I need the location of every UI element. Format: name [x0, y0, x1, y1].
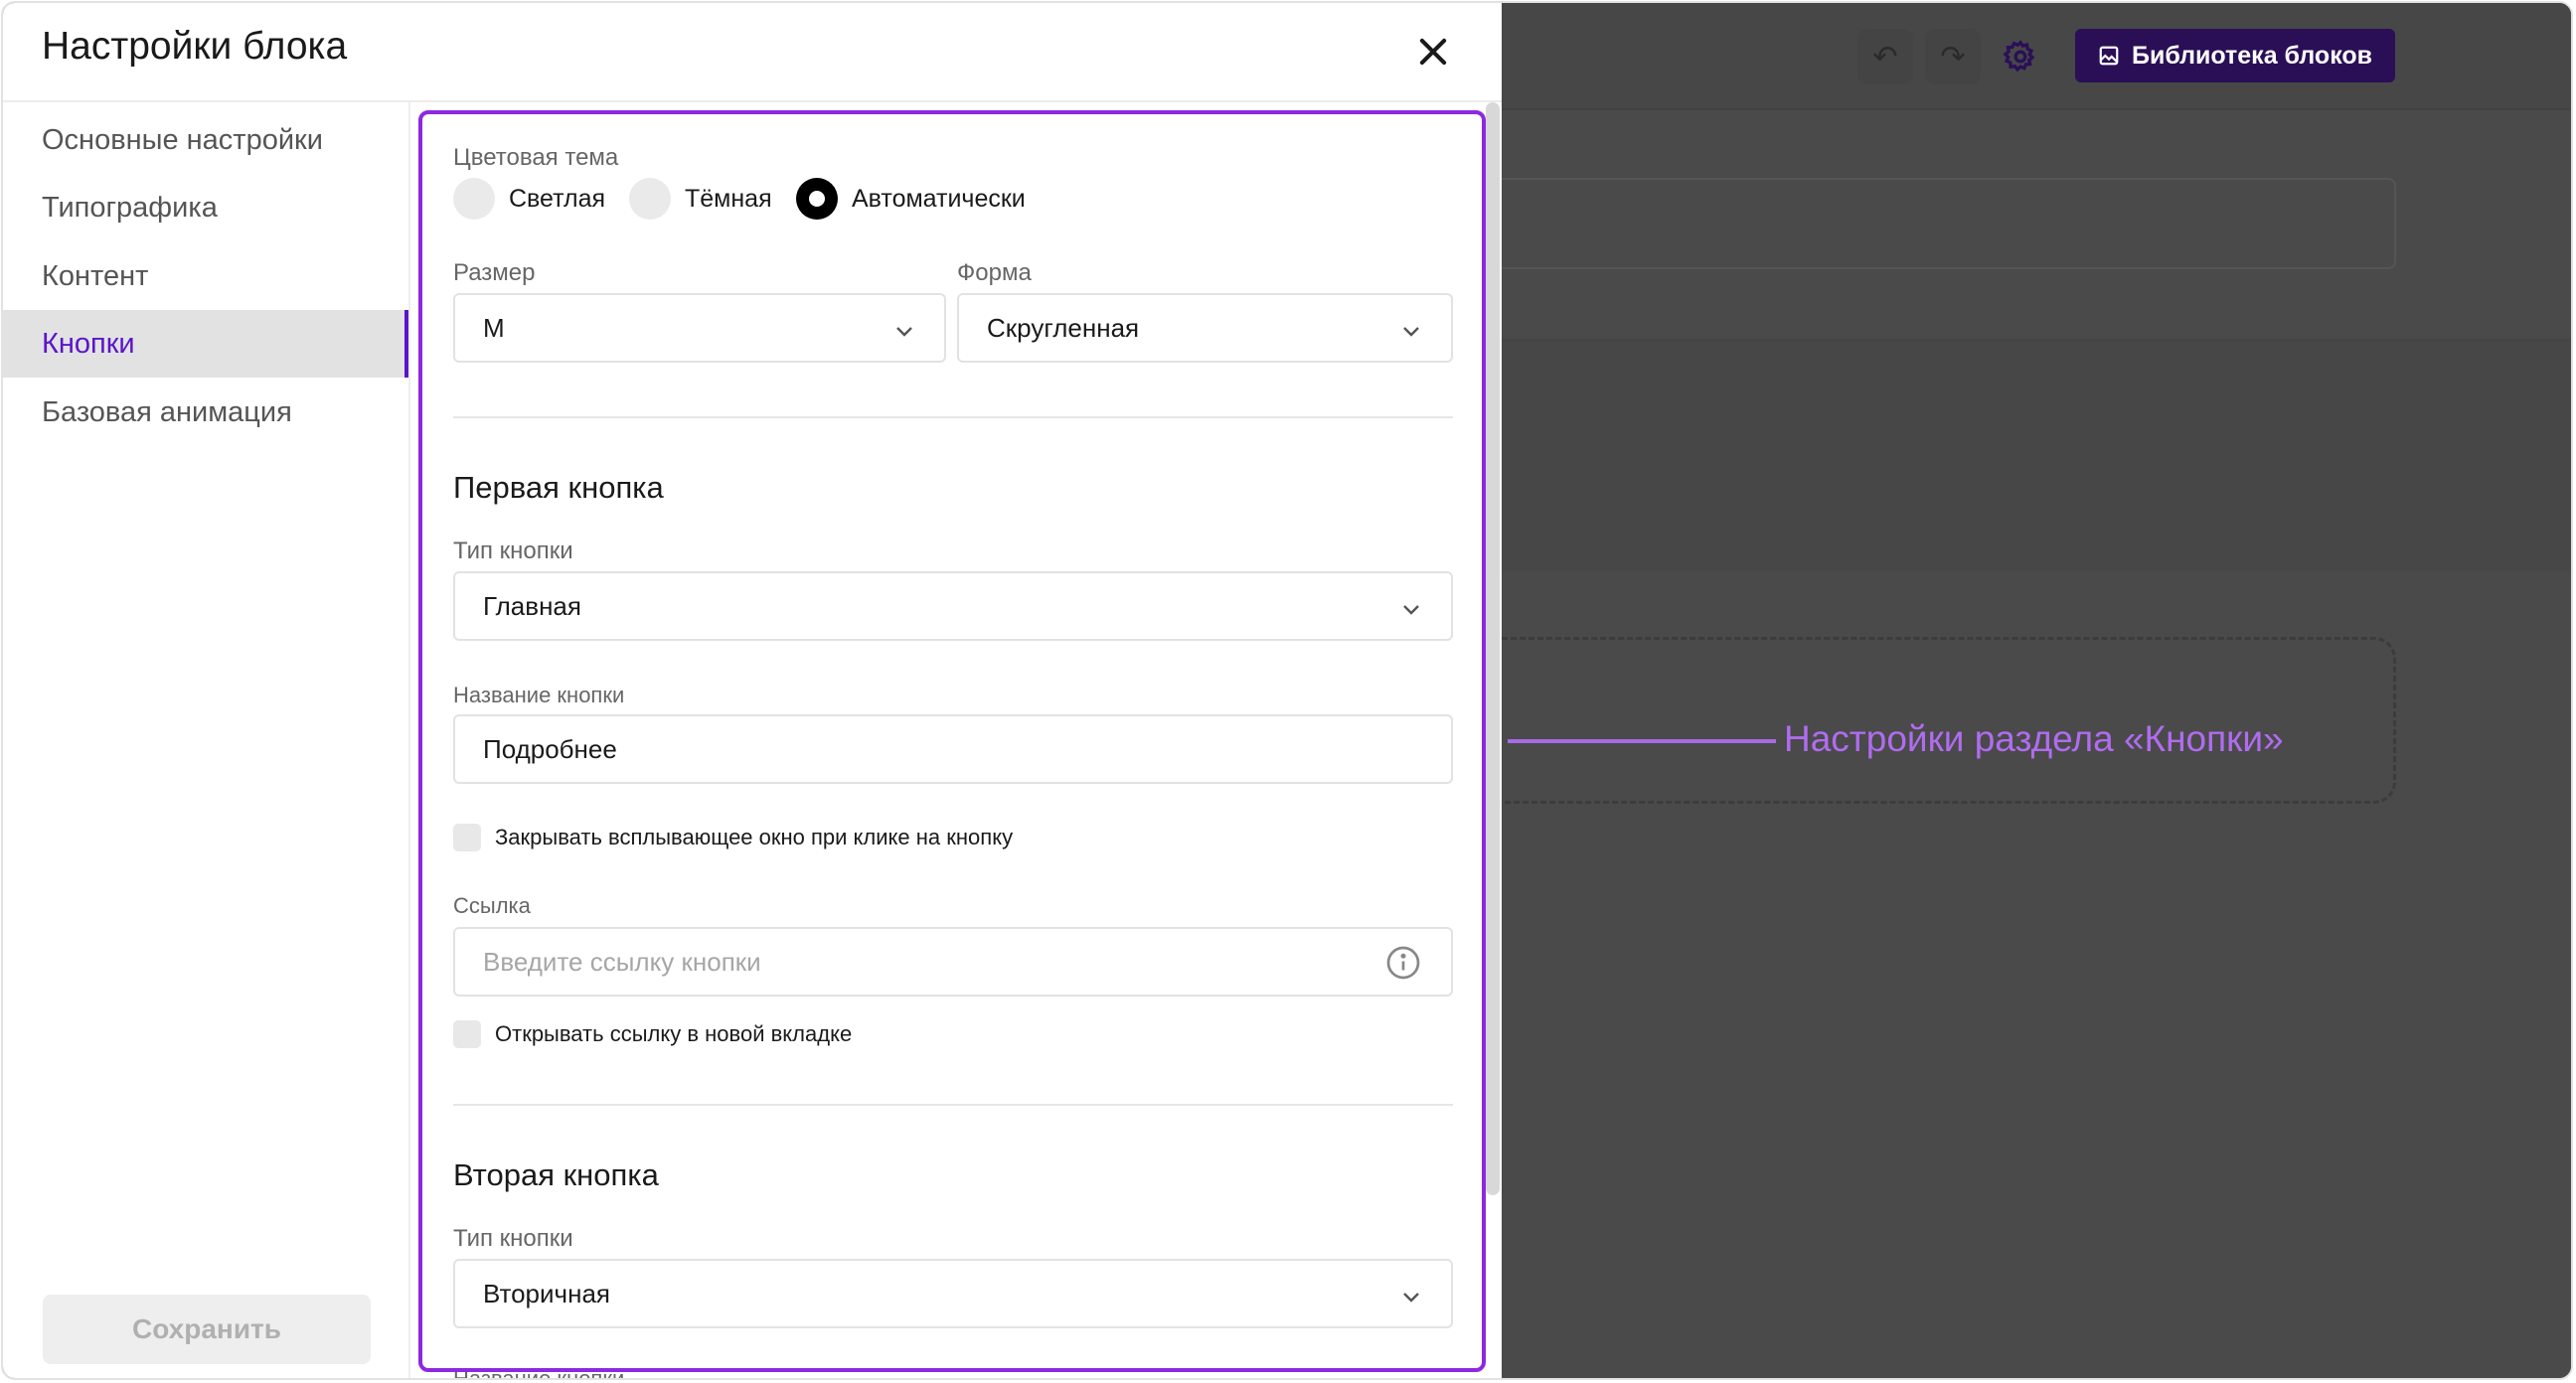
color-theme-label: Цветовая тема: [453, 144, 619, 171]
size-value: M: [483, 312, 505, 343]
shape-value: Скругленная: [987, 312, 1140, 343]
image-icon: [2099, 46, 2119, 66]
annotation-line: [1508, 739, 1776, 743]
editor-block-1: [1502, 110, 2571, 341]
sidebar-item-typography[interactable]: Типографика: [3, 174, 408, 241]
divider: [453, 1104, 1453, 1106]
shape-select[interactable]: Скругленная: [957, 293, 1453, 363]
redo-button[interactable]: ↷: [1925, 29, 1981, 84]
size-label: Размер: [453, 259, 536, 286]
sidebar-item-content[interactable]: Контент: [3, 242, 408, 310]
annotation-text: Настройки раздела «Кнопки»: [1784, 718, 2284, 759]
chevron-down-icon: [1403, 605, 1419, 615]
undo-button[interactable]: ↶: [1857, 29, 1913, 84]
undo-icon: ↶: [1872, 39, 1898, 75]
radio-light-label: Светлая: [509, 184, 606, 213]
second-button-heading: Вторая кнопка: [453, 1157, 659, 1192]
checkbox: [453, 1020, 481, 1048]
block-library-button[interactable]: Библиотека блоков: [2075, 29, 2395, 82]
radio-dark-label: Тёмная: [685, 184, 772, 213]
modal-title: Настройки блока: [42, 25, 348, 68]
radio-dark[interactable]: Тёмная: [629, 177, 772, 221]
first-button-type-select[interactable]: Главная: [453, 571, 1453, 641]
link-placeholder: Введите ссылку кнопки: [483, 946, 761, 977]
first-button-name-value: Подробнее: [483, 733, 617, 764]
radio-auto-label: Автоматически: [852, 184, 1026, 213]
checkbox: [453, 824, 481, 851]
editor-block-2: [1502, 341, 2571, 571]
radio-auto[interactable]: Автоматически: [796, 177, 1026, 221]
sidebar-item-basic[interactable]: Основные настройки: [3, 106, 408, 174]
second-button-type-select[interactable]: Вторичная: [453, 1259, 1453, 1328]
close-icon[interactable]: [1414, 33, 1452, 71]
scrollbar[interactable]: [1486, 102, 1500, 1195]
second-button-name-label: Название кнопки: [453, 1366, 625, 1380]
first-button-type-value: Главная: [483, 590, 581, 621]
chevron-down-icon: [1403, 327, 1419, 337]
close-popup-checkbox[interactable]: Закрывать всплывающее окно при клике на …: [453, 824, 1013, 851]
app-window: ↶ ↷ Библиотека блоков Настройки раздела …: [1, 1, 2573, 1380]
close-popup-label: Закрывать всплывающее окно при клике на …: [495, 825, 1014, 849]
first-button-type-label: Тип кнопки: [453, 538, 573, 564]
new-tab-checkbox[interactable]: Открывать ссылку в новой вкладке: [453, 1020, 852, 1048]
radio-circle: [629, 178, 671, 220]
editor-field: [1502, 178, 2396, 269]
link-input[interactable]: Введите ссылку кнопки: [453, 927, 1453, 997]
first-button-name-input[interactable]: Подробнее: [453, 714, 1453, 784]
radio-circle: [453, 178, 495, 220]
size-select[interactable]: M: [453, 293, 946, 363]
editor-background: ↶ ↷ Библиотека блоков Настройки раздела …: [1462, 3, 2571, 1378]
sidebar-item-animation[interactable]: Базовая анимация: [3, 379, 408, 446]
radio-light[interactable]: Светлая: [453, 177, 605, 221]
settings-button[interactable]: [1993, 29, 2048, 84]
block-library-label: Библиотека блоков: [2131, 41, 2373, 70]
gear-icon: [2003, 40, 2035, 73]
redo-icon: ↷: [1940, 39, 1966, 75]
info-icon[interactable]: [1385, 945, 1421, 981]
first-button-heading: Первая кнопка: [453, 470, 664, 505]
shape-label: Форма: [957, 259, 1032, 286]
second-button-type-value: Вторичная: [483, 1278, 610, 1308]
chevron-down-icon: [896, 327, 912, 337]
first-button-name-label: Название кнопки: [453, 683, 625, 707]
radio-circle-selected: [796, 178, 838, 220]
link-label: Ссылка: [453, 893, 531, 918]
sidebar-item-buttons[interactable]: Кнопки: [3, 310, 408, 378]
settings-content: Цветовая тема Светлая Тёмная Автоматичес…: [410, 102, 1502, 1380]
divider: [453, 416, 1453, 418]
modal-header: Настройки блока: [3, 3, 1502, 102]
editor-toolbar: ↶ ↷ Библиотека блоков: [1502, 3, 2571, 110]
new-tab-label: Открывать ссылку в новой вкладке: [495, 1021, 853, 1046]
block-settings-modal: Настройки блока Основные настройки Типог…: [3, 3, 1502, 1380]
save-button[interactable]: Сохранить: [43, 1295, 371, 1364]
second-button-type-label: Тип кнопки: [453, 1225, 573, 1252]
settings-sidebar: Основные настройки Типографика Контент К…: [3, 102, 410, 1378]
chevron-down-icon: [1403, 1293, 1419, 1303]
